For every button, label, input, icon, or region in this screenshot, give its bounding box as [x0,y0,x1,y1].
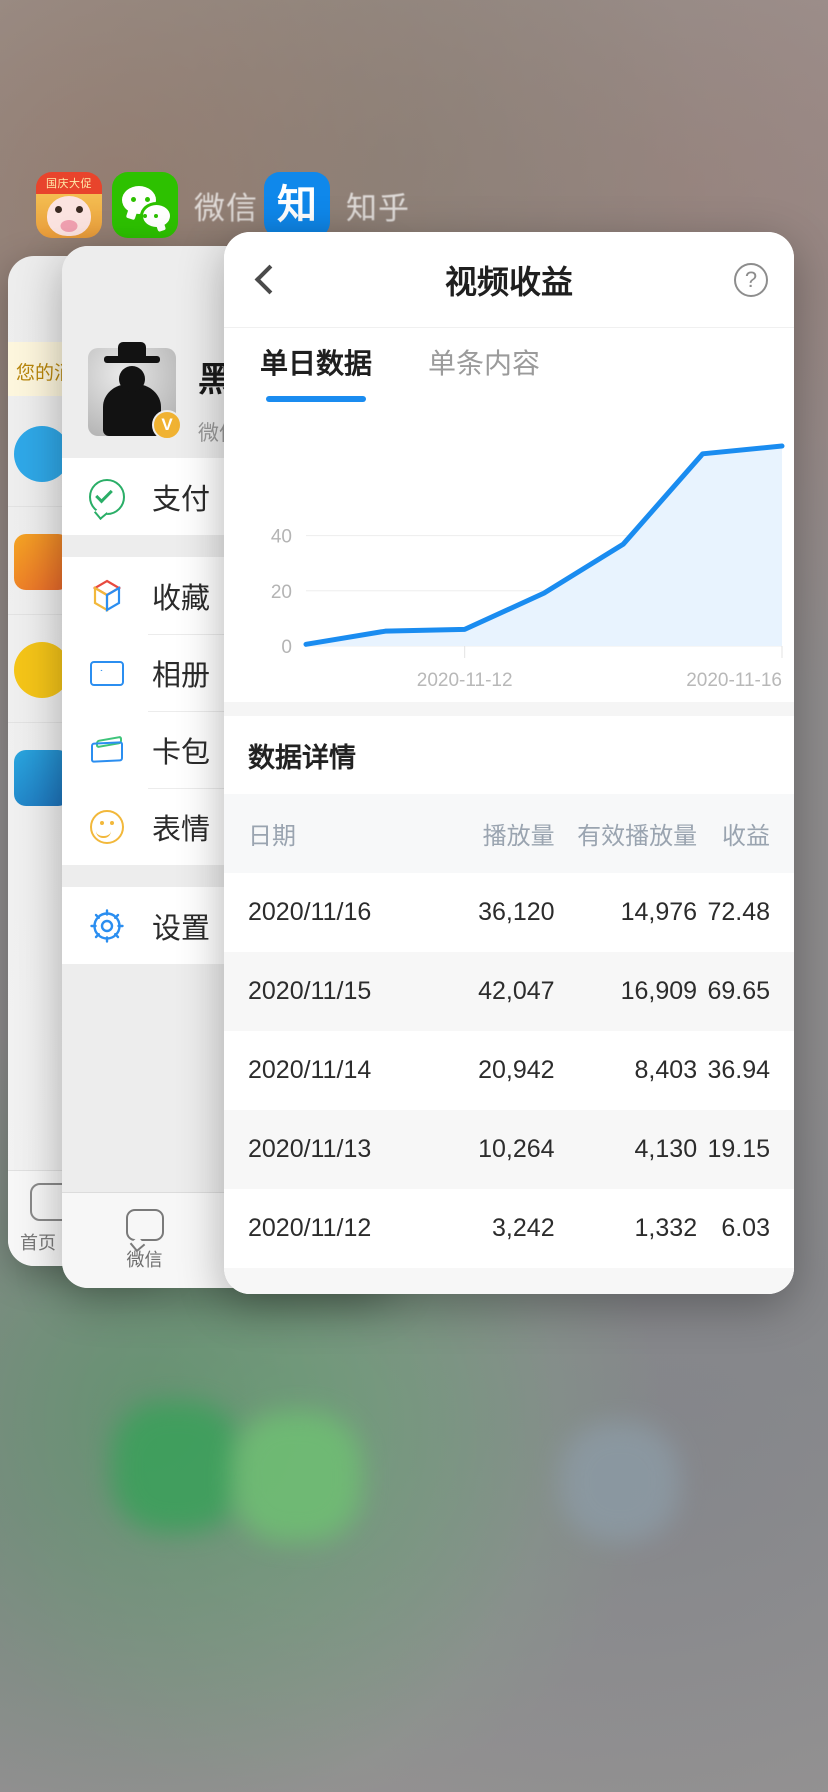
tab-label: 微信 [62,1246,227,1272]
cell-plays: 36,120 [418,873,555,952]
cards-icon [88,731,126,769]
y-tick-label: 20 [271,582,292,603]
chart-area-fill [306,446,782,646]
cell-date: 2020/11/13 [224,1110,418,1189]
question-mark-icon[interactable]: ? [734,263,768,297]
sidebar-item-label: 相册 [152,652,210,694]
cell-date: 2020/11/12 [224,1189,418,1268]
album-icon [88,654,126,692]
video-revenue-app-card[interactable]: 视频收益 ? 单日数据 单条内容 0 20 40 2020-11-12 2020-11-… [224,232,794,1294]
pig-app-badge: 国庆大促 [36,175,102,194]
cell-revenue: 69.65 [697,952,794,1031]
sidebar-item-label: 设置 [152,905,210,947]
navigation-bar: 视频收益 ? [224,232,794,328]
tab-wechat-chats[interactable]: 微信 [62,1209,227,1272]
tab-bar: 单日数据 单条内容 [224,328,794,402]
cell-date: 2020/11/11 [224,1268,418,1294]
sidebar-item-label: 收藏 [152,575,210,617]
cell-date: 2020/11/16 [224,873,418,952]
app-label-zhihu: 知乎 [346,183,410,228]
zhihu-glyph: 知 [277,185,317,225]
pig-app-icon: 国庆大促 [36,172,102,238]
chart-svg: 0 20 40 2020-11-12 2020-11-16 [224,422,794,712]
cell-valid-plays: 8,403 [555,1031,698,1110]
x-tick-label: 2020-11-12 [417,670,513,691]
cell-plays: 20,942 [418,1031,555,1110]
data-detail-table: 日期 播放量 有效播放量 收益 2020/11/1636,12014,97672… [224,794,794,1294]
column-header-date: 日期 [224,794,418,873]
cell-revenue: 19.15 [697,1110,794,1189]
table-row[interactable]: 2020/11/1636,12014,97672.48 [224,873,794,952]
table-row[interactable]: 2020/11/1310,2644,13019.15 [224,1110,794,1189]
cell-plays: 2,358 [418,1268,555,1294]
sidebar-item-label: 表情 [152,806,210,848]
page-title: 视频收益 [224,257,794,303]
app-chip-pig[interactable]: 国庆大促 [36,172,102,238]
cell-revenue: 6.03 [697,1189,794,1268]
sidebar-item-label: 支付 [152,476,210,518]
cell-valid-plays: 948 [555,1268,698,1294]
cell-plays: 42,047 [418,952,555,1031]
emoji-icon [88,808,126,846]
app-chip-wechat[interactable]: 微信 [112,172,258,238]
sidebar-item-label: 卡包 [152,729,210,771]
blurred-dock [0,1382,828,1642]
cell-valid-plays: 16,909 [555,952,698,1031]
cell-plays: 10,264 [418,1110,555,1189]
cell-revenue: 36.94 [697,1031,794,1110]
revenue-area-chart: 0 20 40 2020-11-12 2020-11-16 [224,402,794,702]
y-tick-label: 40 [271,527,292,548]
table-header-row: 日期 播放量 有效播放量 收益 [224,794,794,873]
app-chip-zhihu[interactable]: 知 知乎 [264,172,410,238]
cell-date: 2020/11/15 [224,952,418,1031]
pay-icon [88,478,126,516]
cell-plays: 3,242 [418,1189,555,1268]
cell-revenue: 72.48 [697,873,794,952]
table-body: 2020/11/1636,12014,97672.482020/11/1542,… [224,873,794,1294]
settings-icon [88,907,126,945]
detail-section-title: 数据详情 [224,716,794,794]
avatar[interactable]: V [88,348,176,436]
app-label-wechat: 微信 [194,183,258,228]
cell-revenue: 5.38 [697,1268,794,1294]
cell-valid-plays: 14,976 [555,873,698,952]
table-row[interactable]: 2020/11/1542,04716,90969.65 [224,952,794,1031]
tab-single-content[interactable]: 单条内容 [428,342,540,388]
column-header-plays: 播放量 [418,794,555,873]
table-row[interactable]: 2020/11/112,3589485.38 [224,1268,794,1294]
table-row[interactable]: 2020/11/1420,9428,40336.94 [224,1031,794,1110]
column-header-valid-plays: 有效播放量 [555,794,698,873]
chat-icon [126,1209,164,1241]
cell-date: 2020/11/14 [224,1031,418,1110]
wechat-app-icon [112,172,178,238]
tab-daily-data[interactable]: 单日数据 [260,342,372,388]
table-row[interactable]: 2020/11/123,2421,3326.03 [224,1189,794,1268]
column-header-revenue: 收益 [697,794,794,873]
background-tab-label: 首页 [20,1229,56,1255]
zhihu-app-icon: 知 [264,172,330,238]
y-tick-label: 0 [281,637,292,658]
cell-valid-plays: 4,130 [555,1110,698,1189]
x-tick-label: 2020-11-16 [686,670,782,691]
favorites-icon [88,577,126,615]
verified-badge: V [152,410,182,440]
cell-valid-plays: 1,332 [555,1189,698,1268]
